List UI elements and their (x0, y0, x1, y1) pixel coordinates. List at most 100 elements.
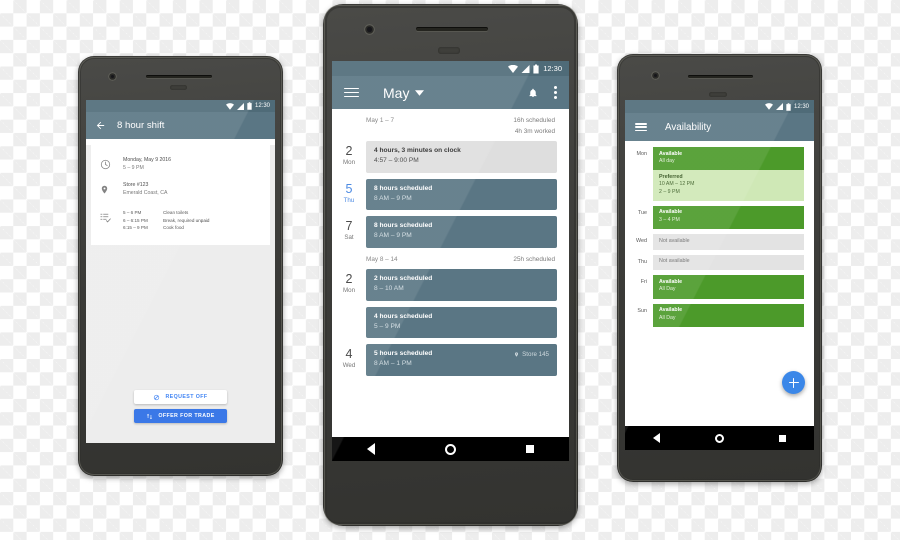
day-label: Wed (636, 238, 647, 245)
page-title: 8 hour shift (117, 120, 165, 131)
back-arrow-icon[interactable] (95, 120, 106, 131)
status-time-left: 12:30 (254, 103, 270, 109)
location-pin-icon (100, 182, 113, 200)
add-icon (788, 377, 799, 388)
week-header: May 1 – 7 16h scheduled 4h 3m worked (332, 109, 569, 141)
task-item: 6:15 – 9 PM Cook food (123, 224, 209, 232)
week-range: May 1 – 7 (366, 117, 395, 124)
availability-title: Available (659, 307, 683, 314)
schedule-event-card[interactable]: 5 hours scheduled Store 145 8 AM – 1 PM (366, 344, 557, 376)
week-summary: 25h scheduled (513, 255, 555, 266)
recents-nav-icon[interactable] (779, 434, 787, 442)
schedule-event-card[interactable]: 4 hours, 3 minutes on clock 4:57 – 9:00 … (366, 141, 557, 173)
proximity-sensor (438, 47, 460, 54)
day-number-block: 2 Mon (332, 141, 366, 167)
availability-block[interactable]: Available All Day (653, 275, 804, 299)
availability-block[interactable]: Available All Day (653, 303, 804, 327)
schedule-day-row: 5 Thu 8 hours scheduled 8 AM – 9 PM (332, 178, 569, 217)
availability-block-stack: Available 3 – 4 PM (653, 205, 804, 230)
home-nav-icon[interactable] (714, 433, 724, 443)
shift-actions: REQUEST OFF OFFER FOR TRADE (86, 390, 275, 423)
week-scheduled: 16h scheduled (513, 117, 555, 124)
availability-block[interactable]: Not available (653, 254, 804, 271)
availability-line: 2 – 9 PM (659, 188, 680, 195)
hamburger-menu-icon[interactable] (635, 123, 647, 131)
availability-block[interactable]: Not available (653, 234, 804, 250)
phone-center: 12:30 May May 1 – 7 16h scheduled 4h 3m … (323, 4, 578, 526)
front-camera-icon (651, 71, 660, 80)
task-item: 6 – 6:15 PM Break, required unpaid (123, 217, 209, 225)
week-range: May 8 – 14 (366, 255, 398, 263)
month-title[interactable]: May (383, 85, 409, 101)
day-of-week: Sat (344, 234, 354, 241)
availability-line: 10 AM – 12 PM (659, 181, 695, 188)
shift-location-row: Store #123 Emerald Coast, CA (91, 178, 270, 203)
event-title: 5 hours scheduled (374, 350, 433, 357)
bell-icon[interactable] (528, 87, 538, 99)
availability-block[interactable]: Available All day (653, 147, 804, 171)
day-of-week: Thu (343, 196, 355, 204)
schedule-day-row: 4 Wed 5 hours scheduled Store 145 8 AM –… (332, 344, 569, 382)
event-stack: 2 hours scheduled 8 – 10 AM 4 hours sche… (366, 269, 557, 344)
availability-line: All Day (659, 286, 676, 293)
recents-nav-icon[interactable] (526, 445, 534, 453)
add-availability-fab[interactable] (782, 371, 805, 394)
status-icons-center (508, 64, 539, 74)
event-time: 5 – 9 PM (374, 322, 401, 330)
task-time: 6 – 6:15 PM (123, 217, 148, 223)
home-nav-icon[interactable] (445, 443, 456, 455)
event-location: Store 145 (514, 351, 549, 358)
availability-block[interactable]: Available 3 – 4 PM (653, 205, 804, 230)
day-label: Sun (637, 307, 647, 314)
phone-left: 12:30 8 hour shift Monday, May 9 2016 5 … (78, 56, 283, 476)
availability-line: All Day (659, 314, 676, 321)
nav-bar-right (625, 426, 814, 450)
screenshot-stage: 12:30 8 hour shift Monday, May 9 2016 5 … (0, 0, 900, 540)
shift-date: Monday, May 9 2016 (123, 157, 172, 163)
availability-body: Mon Available All day Preferred 10 AM – … (625, 141, 814, 426)
availability-title: Available (659, 209, 683, 216)
availability-title: Available (659, 150, 683, 157)
event-header: 5 hours scheduled Store 145 (374, 349, 549, 359)
shift-detail-card: Monday, May 9 2016 5 – 9 PM Store #123 E… (91, 145, 270, 245)
phone-right-screen: 12:30 Availability Mon Available All day (625, 100, 814, 450)
wifi-icon (764, 103, 773, 110)
schedule-event-card[interactable]: 8 hours scheduled 8 AM – 9 PM (366, 178, 557, 210)
schedule-event-card[interactable]: 2 hours scheduled 8 – 10 AM (366, 269, 557, 301)
back-nav-icon[interactable] (367, 443, 375, 455)
signal-icon (236, 102, 244, 110)
trade-icon (147, 413, 153, 419)
schedule-list[interactable]: May 1 – 7 16h scheduled 4h 3m worked 2 M… (332, 109, 569, 437)
event-title: 2 hours scheduled (374, 275, 433, 282)
store-name: Store #123 (123, 182, 149, 188)
task-list-icon (100, 210, 113, 228)
request-off-button[interactable]: REQUEST OFF (134, 390, 227, 404)
schedule-event-card[interactable]: 4 hours scheduled 5 – 9 PM (366, 306, 557, 338)
battery-icon (533, 64, 539, 73)
chevron-down-icon[interactable] (415, 89, 425, 96)
availability-title: Preferred (659, 173, 683, 180)
kebab-menu-icon[interactable] (554, 86, 557, 99)
day-label: Tue (637, 209, 647, 216)
availability-title: Not available (659, 237, 690, 244)
phone-right: 12:30 Availability Mon Available All day (617, 54, 822, 482)
day-number: 2 (345, 144, 353, 158)
earpiece-speaker (688, 75, 753, 78)
event-title: 8 hours scheduled (374, 222, 433, 229)
schedule-event-card[interactable]: 8 hours scheduled 8 AM – 9 PM (366, 216, 557, 248)
hamburger-menu-icon[interactable] (344, 87, 359, 98)
offer-for-trade-button[interactable]: OFFER FOR TRADE (134, 409, 227, 423)
day-number: 7 (345, 219, 353, 233)
battery-icon (247, 102, 252, 110)
request-off-icon (154, 394, 160, 400)
availability-day-row: Sun Available All Day (625, 303, 814, 332)
task-time: 5 – 6 PM (123, 210, 142, 215)
wifi-icon (508, 64, 519, 73)
back-nav-icon[interactable] (652, 433, 660, 443)
front-camera-icon (108, 72, 117, 81)
schedule-day-row: 2 Mon 2 hours scheduled 8 – 10 AM 4 hour… (332, 269, 569, 344)
availability-block[interactable]: Preferred 10 AM – 12 PM 2 – 9 PM (653, 170, 804, 201)
signal-icon (775, 103, 783, 110)
status-bar-center: 12:30 (332, 61, 569, 76)
shift-datetime-row: Monday, May 9 2016 5 – 9 PM (91, 153, 270, 178)
